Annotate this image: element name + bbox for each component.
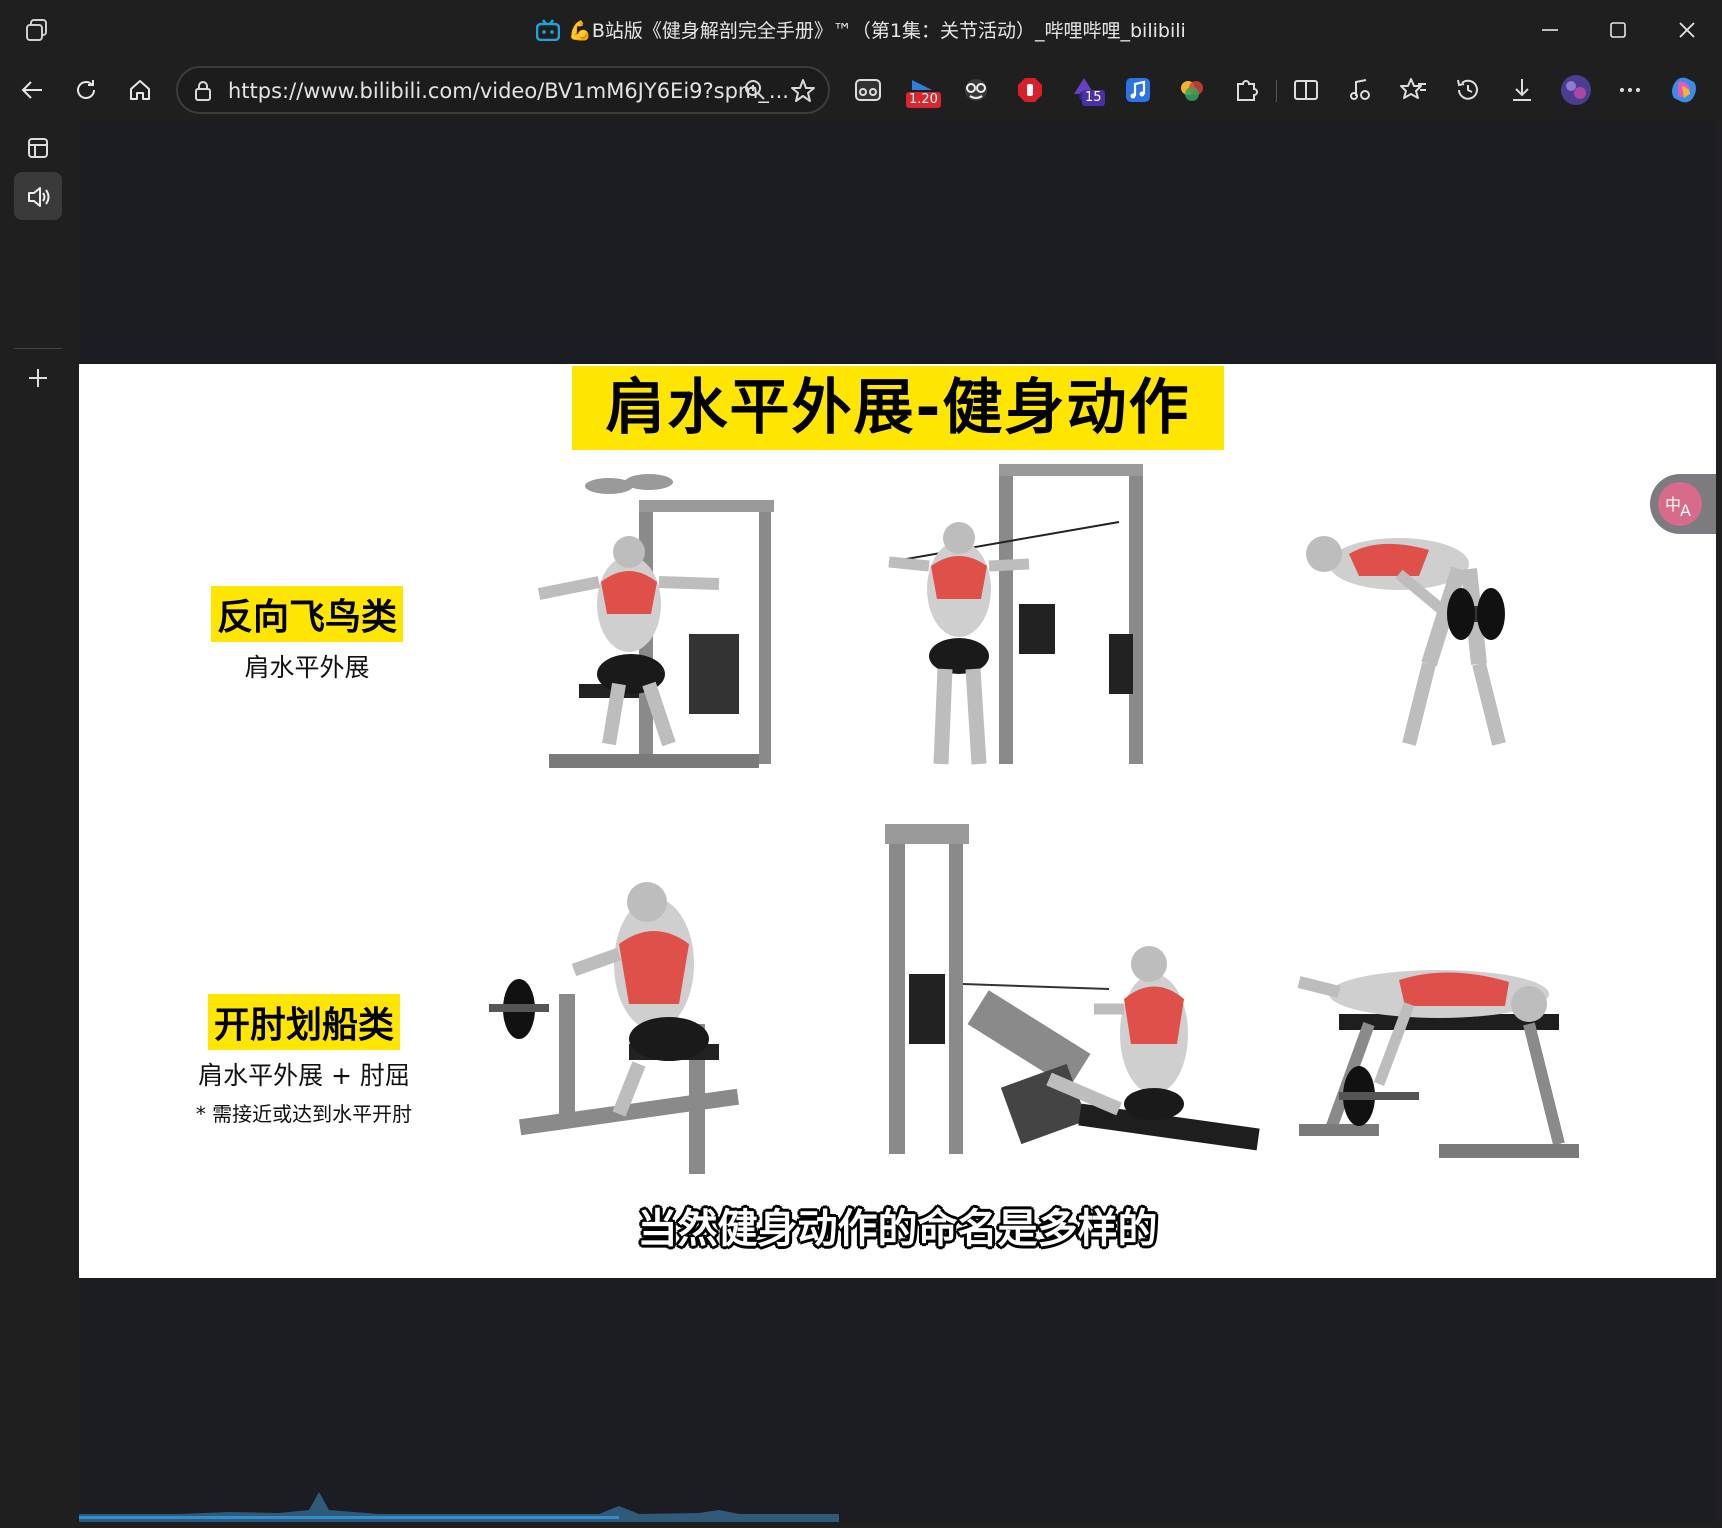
new-tab-plus-icon[interactable] xyxy=(14,354,62,402)
bent-over-dumbbell-fly-figure xyxy=(1306,536,1506,746)
lock-icon[interactable] xyxy=(192,80,214,106)
minimize-button[interactable] xyxy=(1530,12,1570,48)
video-frame: 肩水平外展-健身动作 反向飞鸟类 肩水平外展 开肘划船类 肩水平外展 + 肘屈 … xyxy=(79,364,1716,1278)
video-player[interactable]: 肩水平外展-健身动作 反向飞鸟类 肩水平外展 开肘划船类 肩水平外展 + 肘屈 … xyxy=(79,120,1716,1522)
bilibili-tv-icon xyxy=(535,19,561,42)
window-title-text: 💪B站版《健身解剖完全手册》™（第1集：关节活动）_哔哩哔哩_bilibili xyxy=(568,20,1186,42)
back-button[interactable] xyxy=(10,68,54,112)
svg-text:A: A xyxy=(1680,501,1691,520)
zoom-icon[interactable] xyxy=(743,78,767,106)
extension-glasses-icon[interactable] xyxy=(848,70,888,110)
slide-title: 肩水平外展-健身动作 xyxy=(572,366,1224,450)
video-subtitle: 当然健身动作的命名是多样的 xyxy=(637,1206,1158,1252)
media-control-icon[interactable] xyxy=(1340,70,1380,110)
adblock-hand-icon[interactable] xyxy=(1010,70,1050,110)
svg-text:中: 中 xyxy=(1665,495,1681,514)
url-text[interactable]: https://www.bilibili.com/video/BV1mM6JY6… xyxy=(228,79,789,103)
browser-toolbar: https://www.bilibili.com/video/BV1mM6JY6… xyxy=(0,60,1722,120)
audio-waveform xyxy=(79,1492,839,1522)
group2-desc: 肩水平外展 + 肘屈 xyxy=(198,1061,410,1090)
extension-wizard-icon[interactable]: 15 xyxy=(1064,70,1105,110)
favorites-icon[interactable] xyxy=(1394,70,1434,110)
tab-actions-icon[interactable] xyxy=(14,124,62,172)
speed-badge: 1.20 xyxy=(906,92,941,108)
prone-bench-row-figure xyxy=(1297,970,1579,1158)
refresh-button[interactable] xyxy=(64,68,108,112)
machine-row-figure xyxy=(489,882,740,1174)
downloads-icon[interactable] xyxy=(1502,70,1542,110)
rail-divider xyxy=(14,348,62,349)
extensions-puzzle-icon[interactable] xyxy=(1226,70,1266,110)
close-button[interactable] xyxy=(1667,12,1707,48)
address-bar[interactable]: https://www.bilibili.com/video/BV1mM6JY6… xyxy=(176,66,830,114)
toolbar-divider xyxy=(1276,80,1277,102)
split-screen-icon[interactable] xyxy=(1286,70,1326,110)
video-speed-extension-icon[interactable]: 1.20 xyxy=(902,70,942,110)
music-note-extension-icon[interactable] xyxy=(1118,70,1158,110)
translate-icon: 中A xyxy=(1658,482,1702,526)
extension-color-icon[interactable] xyxy=(1172,70,1212,110)
cable-rear-delt-figure xyxy=(888,464,1143,765)
window-title: 💪B站版《健身解剖完全手册》™（第1集：关节活动）_哔哩哔哩_bilibili xyxy=(0,16,1722,43)
vertical-tab-rail xyxy=(0,120,78,1528)
more-options-icon[interactable] xyxy=(1610,70,1650,110)
group2-label: 开肘划船类 肩水平外展 + 肘屈 * 需接近或达到水平开肘 xyxy=(184,994,424,1127)
audio-tab-speaker-icon[interactable] xyxy=(14,172,62,220)
group1-tag: 反向飞鸟类 xyxy=(210,586,403,642)
title-bar: 💪B站版《健身解剖完全手册》™（第1集：关节活动）_哔哩哔哩_bilibili xyxy=(0,0,1722,60)
seated-cable-row-figure xyxy=(885,824,1260,1154)
maximize-button[interactable] xyxy=(1598,12,1638,48)
group1-label: 反向飞鸟类 肩水平外展 xyxy=(197,586,417,684)
history-icon[interactable] xyxy=(1448,70,1488,110)
favorite-star-icon[interactable] xyxy=(790,78,816,108)
home-button[interactable] xyxy=(118,68,162,112)
profile-avatar[interactable] xyxy=(1556,70,1596,110)
extension-face-icon[interactable] xyxy=(956,70,996,110)
rear-delt-machine-figure xyxy=(537,474,774,768)
group2-note: * 需接近或达到水平开肘 xyxy=(195,1102,413,1126)
copilot-icon[interactable] xyxy=(1664,70,1704,110)
group1-desc: 肩水平外展 xyxy=(244,653,370,682)
extension-count-badge: 15 xyxy=(1082,90,1105,106)
translate-button[interactable]: 中A xyxy=(1650,474,1716,534)
group2-tag: 开肘划船类 xyxy=(207,994,400,1050)
